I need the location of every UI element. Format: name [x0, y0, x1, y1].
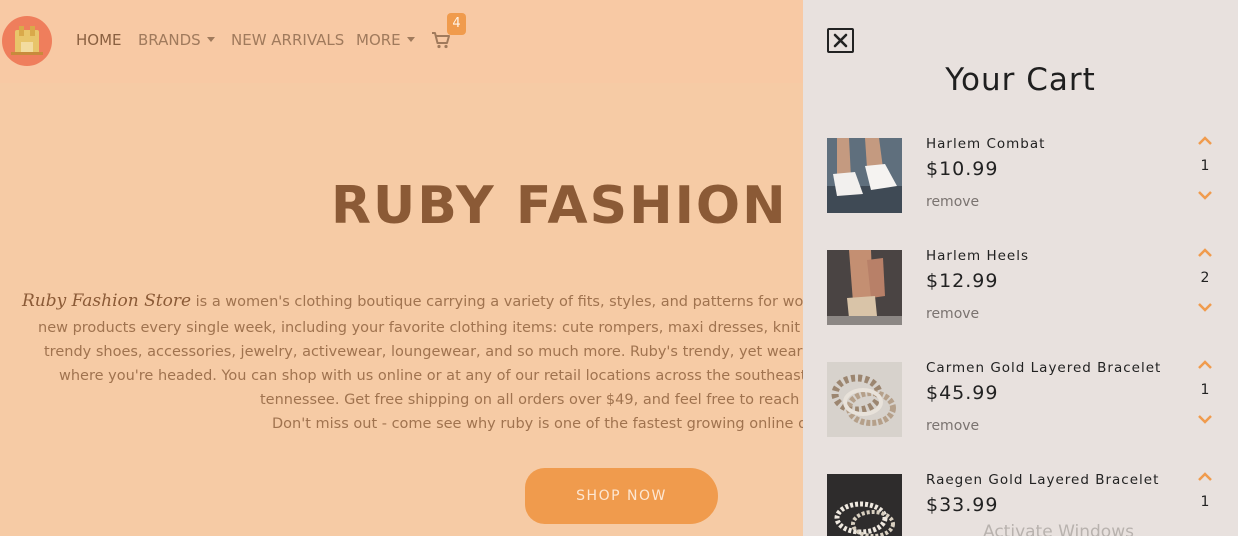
product-image-bracelet[interactable]	[827, 474, 902, 536]
chevron-down-icon[interactable]	[1197, 414, 1213, 424]
remove-item-link[interactable]: remove	[926, 418, 979, 434]
description-line: new products every single week, includin…	[38, 320, 842, 336]
product-image-heels[interactable]	[827, 250, 902, 325]
chevron-up-icon[interactable]	[1197, 136, 1213, 146]
item-quantity: 1	[1200, 382, 1210, 398]
nav-more-dropdown[interactable]: MORE	[356, 31, 415, 49]
hero-title: RUBY FASHION ST	[331, 176, 885, 236]
item-name: Harlem Heels	[926, 248, 1030, 264]
remove-item-link[interactable]: remove	[926, 194, 979, 210]
item-price: $10.99	[926, 158, 999, 180]
cart-item: Carmen Gold Layered Bracelet $45.99 remo…	[827, 348, 1227, 438]
item-price: $33.99	[926, 494, 999, 516]
cart-item: Harlem Heels $12.99 remove 2	[827, 236, 1227, 326]
nav-brands-dropdown[interactable]: BRANDS	[138, 31, 215, 49]
description-line: Don't miss out - come see why ruby is on…	[272, 416, 822, 432]
remove-item-link[interactable]: remove	[926, 306, 979, 322]
cart-sidebar: Your Cart Harlem Combat $10.99 remove 1	[803, 0, 1238, 536]
item-quantity: 2	[1200, 270, 1210, 286]
cart-title: Your Cart	[945, 62, 1096, 98]
brand-name-script: Ruby Fashion Store	[22, 291, 192, 311]
item-name: Harlem Combat	[926, 136, 1046, 152]
item-price: $12.99	[926, 270, 999, 292]
cart-count-badge: 4	[447, 13, 466, 35]
description-line: tennessee. Get free shipping on all orde…	[260, 392, 828, 408]
chevron-up-icon[interactable]	[1197, 472, 1213, 482]
close-cart-button[interactable]	[827, 28, 854, 53]
activate-windows-watermark: Activate Windows	[983, 522, 1134, 536]
item-quantity: 1	[1200, 158, 1210, 174]
product-image-bracelet[interactable]	[827, 362, 902, 437]
chevron-down-icon[interactable]	[1197, 190, 1213, 200]
store-logo-icon[interactable]	[2, 16, 52, 66]
nav-new-arrivals-link[interactable]: NEW ARRIVALS	[231, 31, 344, 49]
chevron-down-icon	[206, 37, 215, 42]
nav-brands-label: BRANDS	[138, 31, 201, 49]
nav-home-link[interactable]: HOME	[76, 31, 122, 49]
chevron-down-icon	[406, 37, 415, 42]
item-price: $45.99	[926, 382, 999, 404]
description-text: is a women's clothing boutique carrying …	[191, 294, 850, 310]
shop-now-button[interactable]: SHOP NOW	[525, 468, 718, 524]
description-line: where you're headed. You can shop with u…	[59, 368, 837, 384]
chevron-up-icon[interactable]	[1197, 360, 1213, 370]
item-name: Carmen Gold Layered Bracelet	[926, 360, 1162, 376]
chevron-up-icon[interactable]	[1197, 248, 1213, 258]
cart-item: Harlem Combat $10.99 remove 1	[827, 124, 1227, 214]
description-line: trendy shoes, accessories, jewelry, acti…	[44, 344, 847, 360]
close-icon	[833, 33, 848, 48]
item-name: Raegen Gold Layered Bracelet	[926, 472, 1160, 488]
nav-more-label: MORE	[356, 31, 401, 49]
description-line: Ruby Fashion Store is a women's clothing…	[22, 289, 849, 314]
product-image-boots[interactable]	[827, 138, 902, 213]
chevron-down-icon[interactable]	[1197, 302, 1213, 312]
item-quantity: 1	[1200, 494, 1210, 510]
